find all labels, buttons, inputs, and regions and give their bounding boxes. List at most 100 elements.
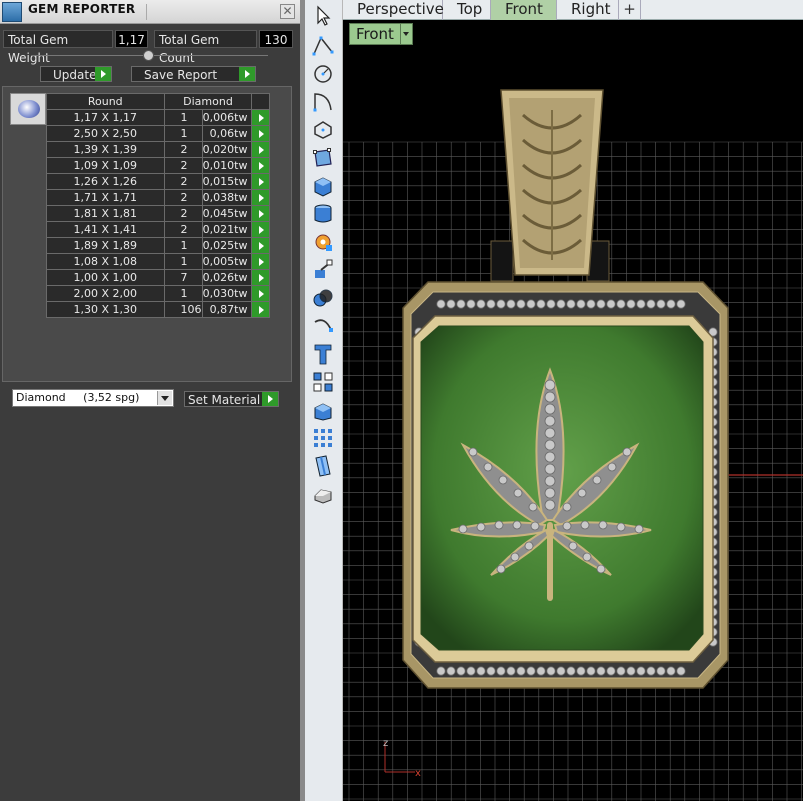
gem-count-cell: 1	[163, 109, 203, 126]
gem-count-cell: 2	[163, 221, 203, 238]
table-row[interactable]: 1,39 X 1,39 2 0,020tw	[46, 141, 270, 158]
panel-slider-handle[interactable]	[143, 50, 154, 61]
tab-top[interactable]: Top	[443, 0, 491, 20]
gem-size-cell: 1,41 X 1,41	[46, 221, 165, 238]
row-select-button[interactable]	[251, 253, 270, 270]
table-row[interactable]: 1,00 X 1,00 7 0,026tw	[46, 269, 270, 286]
gem-table: Round Diamond 1,17 X 1,17 1 0,006tw 2,50 X …	[46, 93, 270, 318]
array-icon[interactable]	[311, 370, 335, 394]
total-gem-weight-value: 1,17	[115, 30, 148, 48]
table-row[interactable]: 1,30 X 1,30 106 0,87tw	[46, 301, 270, 318]
axis-x-label: x	[415, 768, 421, 779]
gem-table-area: Round Diamond 1,17 X 1,17 1 0,006tw 2,50 X …	[2, 86, 292, 382]
gem-weight-cell: 0,006tw	[201, 109, 253, 126]
gem-count-cell: 1	[163, 125, 203, 142]
row-select-button[interactable]	[251, 301, 270, 318]
polygon-icon[interactable]	[311, 118, 335, 142]
update-button-label: Update	[53, 68, 97, 82]
play-icon	[262, 392, 278, 406]
table-row[interactable]: 1,41 X 1,41 2 0,021tw	[46, 221, 270, 238]
boolean-icon[interactable]	[311, 286, 335, 310]
front-viewport[interactable]: z x Front	[343, 20, 803, 801]
deform-icon[interactable]	[311, 146, 335, 170]
gem-count-cell: 1	[163, 253, 203, 270]
material-select-value: Diamond (3,52 spg)	[16, 391, 140, 404]
save-report-label: Save Report	[144, 68, 218, 82]
arc-icon[interactable]	[311, 90, 335, 114]
gem-reporter-icon	[2, 2, 22, 22]
polyline-icon[interactable]	[311, 34, 335, 58]
extrude-icon[interactable]	[311, 398, 335, 422]
gem-size-cell: 1,08 X 1,08	[46, 253, 165, 270]
set-material-button[interactable]: Set Material	[184, 391, 279, 407]
axis-z-label: z	[383, 738, 388, 749]
row-select-button[interactable]	[251, 269, 270, 286]
gem-weight-cell: 0,030tw	[201, 285, 253, 302]
gem-size-cell: 2,00 X 2,00	[46, 285, 165, 302]
select-arrow-icon[interactable]	[311, 4, 335, 28]
row-select-button[interactable]	[251, 109, 270, 126]
grid-icon[interactable]	[311, 426, 335, 450]
table-row[interactable]: 1,71 X 1,71 2 0,038tw	[46, 189, 270, 206]
transform-icon[interactable]	[311, 258, 335, 282]
gem-size-cell: 2,50 X 2,50	[46, 125, 165, 142]
gem-weight-cell: 0,015tw	[201, 173, 253, 190]
gem-count-cell: 106	[163, 301, 203, 318]
solid-icon[interactable]	[311, 482, 335, 506]
row-select-button[interactable]	[251, 221, 270, 238]
chevron-down-icon[interactable]	[157, 391, 172, 405]
gem-weight-cell: 0,026tw	[201, 269, 253, 286]
material-select[interactable]: Diamond (3,52 spg)	[12, 389, 174, 407]
play-icon	[95, 67, 111, 81]
gem-thumbnail[interactable]	[10, 93, 46, 125]
gem-count-cell: 2	[163, 189, 203, 206]
gem-count-cell: 1	[163, 237, 203, 254]
gem-size-cell: 1,71 X 1,71	[46, 189, 165, 206]
save-report-button[interactable]: Save Report	[131, 66, 256, 82]
row-select-button[interactable]	[251, 157, 270, 174]
table-row[interactable]: 1,81 X 1,81 2 0,045tw	[46, 205, 270, 222]
text-icon[interactable]	[311, 342, 335, 366]
tab-front[interactable]: Front	[491, 0, 557, 20]
table-row[interactable]: 1,08 X 1,08 1 0,005tw	[46, 253, 270, 270]
gem-weight-cell: 0,038tw	[201, 189, 253, 206]
row-select-button[interactable]	[251, 189, 270, 206]
curve-icon[interactable]	[311, 314, 335, 338]
gem-weight-cell: 0,025tw	[201, 237, 253, 254]
table-row[interactable]: 1,89 X 1,89 1 0,025tw	[46, 237, 270, 254]
total-gem-weight-label: Total Gem Weight	[3, 30, 113, 65]
table-row[interactable]: 1,26 X 1,26 2 0,015tw	[46, 173, 270, 190]
tab-right[interactable]: Right	[557, 0, 619, 20]
table-row[interactable]: 2,00 X 2,00 1 0,030tw	[46, 285, 270, 302]
gem-weight-cell: 0,045tw	[201, 205, 253, 222]
view-name-dropdown[interactable]: Front	[349, 23, 413, 45]
gem-size-cell: 1,81 X 1,81	[46, 205, 165, 222]
gem-reporter-panel: GEM REPORTER ✕ Total Gem Weight 1,17 Tot…	[0, 0, 300, 801]
row-select-button[interactable]	[251, 237, 270, 254]
table-row[interactable]: 2,50 X 2,50 1 0,06tw	[46, 125, 270, 142]
gem-size-cell: 1,30 X 1,30	[46, 301, 165, 318]
add-tab-button[interactable]: +	[619, 0, 641, 20]
chevron-down-icon[interactable]	[400, 24, 412, 44]
row-select-button[interactable]	[251, 205, 270, 222]
circle-icon[interactable]	[311, 62, 335, 86]
row-select-button[interactable]	[251, 125, 270, 142]
gem-weight-cell: 0,005tw	[201, 253, 253, 270]
update-button[interactable]: Update	[40, 66, 112, 82]
tab-perspective[interactable]: Perspective	[343, 0, 444, 20]
table-row[interactable]: 1,17 X 1,17 1 0,006tw	[46, 109, 270, 126]
row-select-button[interactable]	[251, 173, 270, 190]
row-select-button[interactable]	[251, 285, 270, 302]
panel-titlebar[interactable]: GEM REPORTER ✕	[0, 0, 300, 24]
surface-icon[interactable]	[311, 454, 335, 478]
gear-icon[interactable]	[311, 230, 335, 254]
cylinder-icon[interactable]	[311, 202, 335, 226]
gem-count-cell: 2	[163, 173, 203, 190]
box-icon[interactable]	[311, 174, 335, 198]
table-row[interactable]: 1,09 X 1,09 2 0,010tw	[46, 157, 270, 174]
close-icon[interactable]: ✕	[280, 4, 295, 19]
play-icon	[239, 67, 255, 81]
panel-title: GEM REPORTER	[28, 2, 136, 16]
view-name-label: Front	[356, 25, 394, 43]
row-select-button[interactable]	[251, 141, 270, 158]
